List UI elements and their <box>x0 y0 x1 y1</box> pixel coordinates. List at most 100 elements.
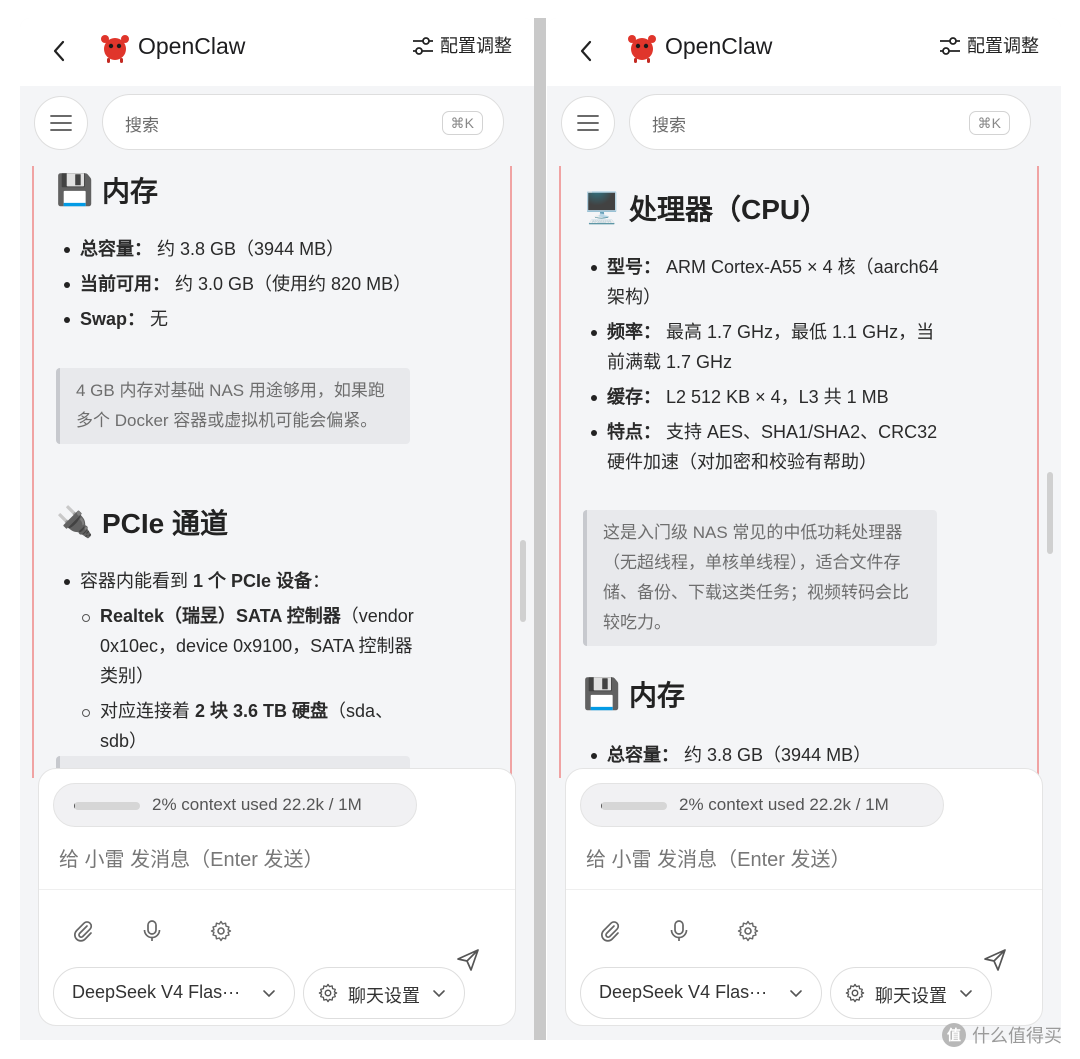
back-icon <box>53 40 65 62</box>
list-item: 容器内能看到 1 个 PCIe 设备： <box>62 566 422 596</box>
memory-heading: 💾 内存 <box>56 173 159 208</box>
chat-settings-button[interactable]: 聊天设置 <box>830 967 992 1019</box>
model-select[interactable]: DeepSeek V4 Flas··· <box>53 967 295 1019</box>
model-select[interactable]: DeepSeek V4 Flas··· <box>580 967 822 1019</box>
context-usage: 2% context used 22.2k / 1M <box>580 783 944 827</box>
crab-logo-icon <box>628 35 656 63</box>
composer-divider <box>566 889 1042 890</box>
chat-settings-label: 聊天设置 <box>348 986 420 1006</box>
computer-icon: 🖥️ <box>583 191 621 225</box>
chevron-down-icon <box>790 990 802 998</box>
back-icon <box>580 40 592 62</box>
list-item: 缓存： L2 512 KB × 4，L3 共 1 MB <box>589 382 949 412</box>
paperclip-icon <box>74 921 93 942</box>
cpu-note: 这是入门级 NAS 常见的中低功耗处理器（无超线程，单核单线程），适合文件存储、… <box>583 510 937 646</box>
context-progress-bar <box>601 802 667 810</box>
context-usage: 2% context used 22.2k / 1M <box>53 783 417 827</box>
pcie-list: 容器内能看到 1 个 PCIe 设备： Realtek（瑞昱）SATA 控制器（… <box>62 566 422 761</box>
scrollbar[interactable] <box>520 540 526 622</box>
microphone-icon <box>670 920 688 941</box>
gear-icon <box>845 983 865 1003</box>
search-placeholder: 搜索 <box>652 116 686 135</box>
config-button[interactable]: 配置调整 <box>412 31 512 61</box>
memory-heading: 💾 内存 <box>583 677 686 712</box>
search-input[interactable]: 搜索 ⌘K <box>102 94 504 150</box>
watermark-logo-icon: 值 <box>942 1023 966 1047</box>
list-subitem: Realtek（瑞昱）SATA 控制器（vendor 0x10ec，device… <box>62 601 422 691</box>
list-item: Swap： 无 <box>62 304 422 334</box>
menu-button[interactable] <box>561 96 615 150</box>
context-usage-text: 2% context used 22.2k / 1M <box>679 795 889 814</box>
sliders-icon <box>940 37 960 55</box>
memory-note: 4 GB 内存对基础 NAS 用途够用，如果跑多个 Docker 容器或虚拟机可… <box>56 368 410 444</box>
model-label: DeepSeek V4 Flas··· <box>599 982 768 1002</box>
memory-list: 总容量： 约 3.8 GB（3944 MB） 当前可用： 约 3.0 GB（使用… <box>62 234 422 339</box>
crab-logo-icon <box>101 35 129 63</box>
send-icon[interactable] <box>455 947 481 973</box>
list-item: 频率： 最高 1.7 GHz，最低 1.1 GHz，当前满载 1.7 GHz <box>589 317 949 377</box>
cpu-heading: 🖥️ 处理器（CPU） <box>583 191 829 226</box>
right-panel: OpenClaw 配置调整 搜索 ⌘K 🖥️ 处理器（CPU） 型号： ARM … <box>547 18 1061 1040</box>
config-button[interactable]: 配置调整 <box>939 31 1039 61</box>
list-item: 总容量： 约 3.8 GB（3944 MB） <box>589 740 949 770</box>
paperclip-icon <box>601 921 620 942</box>
chat-settings-button[interactable]: 聊天设置 <box>303 967 465 1019</box>
plug-icon: 🔌 <box>56 505 94 539</box>
search-input[interactable]: 搜索 ⌘K <box>629 94 1031 150</box>
attach-button[interactable] <box>596 917 624 945</box>
composer: 2% context used 22.2k / 1M 给 小雷 发消息（Ente… <box>38 768 516 1026</box>
tools-settings-button[interactable] <box>734 917 762 945</box>
list-item: 总容量： 约 3.8 GB（3944 MB） <box>62 234 422 264</box>
back-button[interactable] <box>575 36 597 66</box>
voice-button[interactable] <box>665 917 693 945</box>
list-item: 特点： 支持 AES、SHA1/SHA2、CRC32 硬件加速（对加密和校验有帮… <box>589 417 949 477</box>
model-label: DeepSeek V4 Flas··· <box>72 982 241 1002</box>
sliders-icon <box>413 37 433 55</box>
message-content: 🖥️ 处理器（CPU） 型号： ARM Cortex-A55 × 4 核（aar… <box>559 166 1039 778</box>
chat-settings-label: 聊天设置 <box>875 986 947 1006</box>
top-bar: OpenClaw 配置调整 <box>20 18 534 86</box>
search-placeholder: 搜索 <box>125 116 159 135</box>
list-item: 当前可用： 约 3.0 GB（使用约 820 MB） <box>62 269 422 299</box>
list-item: 型号： ARM Cortex-A55 × 4 核（aarch64 架构） <box>589 252 949 312</box>
context-progress-bar <box>74 802 140 810</box>
search-row: 搜索 ⌘K <box>547 86 1061 158</box>
message-input[interactable]: 给 小雷 发消息（Enter 发送） <box>59 843 323 872</box>
floppy-disk-icon: 💾 <box>56 173 94 207</box>
list-subitem: 对应连接着 2 块 3.6 TB 硬盘（sda、sdb） <box>62 696 422 756</box>
microphone-icon <box>143 920 161 941</box>
hamburger-icon <box>577 115 599 131</box>
context-usage-text: 2% context used 22.2k / 1M <box>152 795 362 814</box>
send-icon[interactable] <box>982 947 1008 973</box>
config-label: 配置调整 <box>440 36 512 56</box>
search-row: 搜索 ⌘K <box>20 86 534 158</box>
gear-icon <box>737 920 759 942</box>
chevron-down-icon <box>960 990 972 998</box>
config-label: 配置调整 <box>967 36 1039 56</box>
composer: 2% context used 22.2k / 1M 给 小雷 发消息（Ente… <box>565 768 1043 1026</box>
floppy-disk-icon: 💾 <box>583 677 621 711</box>
app-title: OpenClaw <box>138 33 246 59</box>
tools-settings-button[interactable] <box>207 917 235 945</box>
search-shortcut: ⌘K <box>441 111 483 135</box>
chevron-down-icon <box>263 990 275 998</box>
top-bar: OpenClaw 配置调整 <box>547 18 1061 86</box>
composer-divider <box>39 889 515 890</box>
menu-button[interactable] <box>34 96 88 150</box>
voice-button[interactable] <box>138 917 166 945</box>
gear-icon <box>318 983 338 1003</box>
attach-button[interactable] <box>69 917 97 945</box>
left-panel: OpenClaw 配置调整 搜索 ⌘K 💾 内存 总容量： 约 3.8 GB（3… <box>20 18 534 1040</box>
message-content: 💾 内存 总容量： 约 3.8 GB（3944 MB） 当前可用： 约 3.0 … <box>32 166 512 778</box>
watermark-text: 什么值得买 <box>972 1026 1062 1046</box>
scrollbar[interactable] <box>1047 472 1053 554</box>
hamburger-icon <box>50 115 72 131</box>
chevron-down-icon <box>433 990 445 998</box>
watermark: 值 什么值得买 <box>942 1022 1062 1048</box>
split-divider <box>534 18 546 1040</box>
gear-icon <box>210 920 232 942</box>
message-input[interactable]: 给 小雷 发消息（Enter 发送） <box>586 843 850 872</box>
pcie-heading: 🔌 PCIe 通道 <box>56 505 229 540</box>
back-button[interactable] <box>48 36 70 66</box>
cpu-list: 型号： ARM Cortex-A55 × 4 核（aarch64 架构） 频率：… <box>589 252 949 482</box>
